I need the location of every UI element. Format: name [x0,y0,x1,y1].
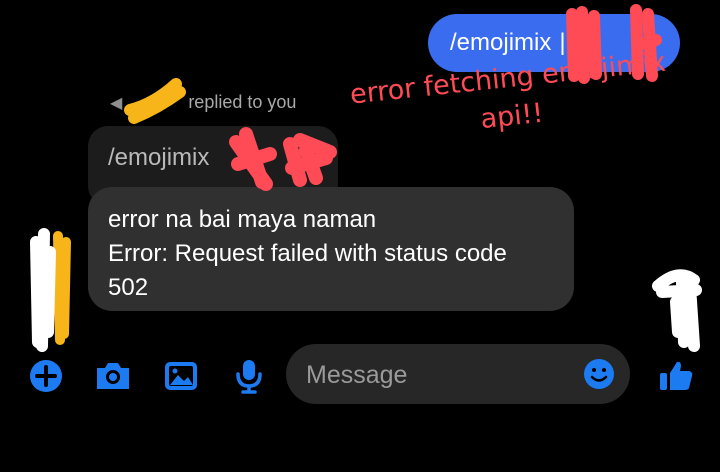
red-scribble-quoted [229,127,337,191]
image-icon [165,362,197,390]
camera-icon [97,363,129,389]
voice-button[interactable] [229,356,269,396]
chat-screen: /emojimix | ◀ replied to you /emojimix err… [0,0,720,472]
reply-arrow-icon: ◀ [110,95,123,112]
camera-button[interactable] [93,356,133,396]
gallery-button[interactable] [161,356,201,396]
red-scribble-outgoing [566,4,662,84]
emoji-button[interactable] [582,357,616,391]
white-scribble-right [652,269,702,352]
yellow-scribble-name [124,78,186,124]
reply-header-label: replied to you [188,92,297,112]
incoming-message-line: Error: Request failed with status code [108,240,507,267]
thumbs-up-icon [660,361,693,390]
incoming-message-line: 502 [108,274,149,301]
incoming-message-bubble[interactable]: error na bai maya naman Error: Request f… [88,187,574,311]
message-field[interactable] [286,344,630,404]
outgoing-message-text: /emojimix [450,29,552,56]
message-input[interactable] [304,354,568,396]
like-button[interactable] [656,356,696,396]
microphone-icon [236,360,262,394]
plus-circle-icon [30,360,62,392]
quoted-message-text: /emojimix [108,144,210,171]
add-button[interactable] [26,356,66,396]
incoming-message-line: error na bai maya naman [108,206,377,233]
yellow-white-scribble-avatar [30,228,71,352]
smiley-icon [584,359,614,389]
